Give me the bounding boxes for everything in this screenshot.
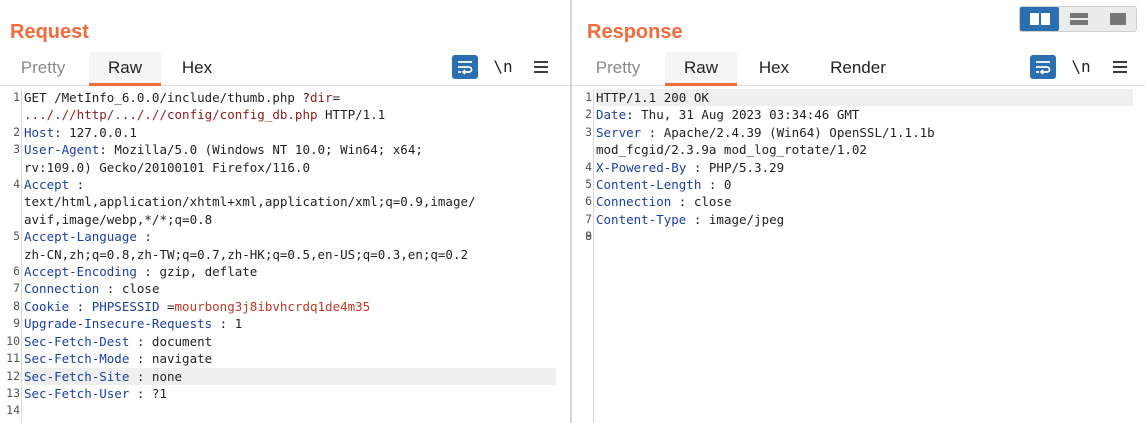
menu-icon[interactable]: [1107, 55, 1133, 79]
tab-render[interactable]: Render: [816, 52, 900, 86]
response-line: 4 X-Powered-By : PHP/5.3.29: [585, 159, 785, 175]
request-line: 7 Connection : close: [13, 281, 160, 297]
response-title: Response: [587, 21, 683, 43]
response-line-current: 1 HTTP/1.1 200 OK: [585, 89, 1133, 107]
newline-toggle-icon[interactable]: \n: [1068, 55, 1094, 79]
response-line: 6 Connection : close: [585, 194, 732, 210]
request-line: 9 Upgrade-Insecure-Requests : 1: [13, 316, 243, 332]
request-line: 1 GET /MetInfo_6.0.0/include/thumb.php ?d…: [13, 90, 341, 105]
request-line: 4 Accept :: [13, 177, 85, 193]
tab-hex[interactable]: Hex: [748, 52, 800, 86]
response-editor[interactable]: 1 HTTP/1.1 200 OK 2 Date: Thu, 31 Aug 2023…: [572, 89, 1145, 423]
response-line: 5 Content-Length : 0: [585, 177, 732, 193]
newline-toggle-icon[interactable]: \n: [490, 55, 516, 79]
word-wrap-icon[interactable]: [452, 55, 478, 79]
response-tabs: Pretty Raw Hex Render: [572, 52, 1145, 86]
request-tabs: Pretty Raw Hex: [0, 52, 570, 86]
side-by-side-layout-icon[interactable]: [1020, 7, 1059, 31]
tab-pretty[interactable]: Pretty: [14, 52, 72, 86]
response-line: 7 Content-Type : image/jpeg: [585, 211, 785, 227]
layout-switch: [1019, 6, 1137, 32]
top-bottom-layout-icon[interactable]: [1059, 7, 1098, 31]
tab-hex[interactable]: Hex: [172, 52, 222, 86]
request-line-current: 12 Sec-Fetch-Site : none: [6, 367, 556, 385]
request-line: zh-CN,zh;q=0.8,zh-TW;q=0.7,zh-HK;q=0.5,e…: [24, 246, 469, 262]
word-wrap-icon[interactable]: [1030, 55, 1056, 79]
response-line: mod_fcgid/2.3.9a mod_log_rotate/1.02: [596, 142, 867, 158]
request-line: 10 Sec-Fetch-Dest : document: [6, 333, 213, 349]
tabs-layout-icon[interactable]: [1098, 7, 1137, 31]
request-line: 8 Cookie : PHPSESSID =mourbong3j8ibvhcrdq…: [13, 298, 371, 314]
request-line: 2 Host: 127.0.0.1: [13, 124, 137, 140]
request-line: avif,image/webp,*/*;q=0.8: [24, 211, 213, 227]
response-lines: 1 HTTP/1.1 200 OK 2 Date: Thu, 31 Aug 2023…: [585, 89, 1133, 243]
tab-pretty[interactable]: Pretty: [586, 52, 650, 86]
request-line: ..././/http/..././/config/config_db.php …: [24, 107, 386, 123]
tab-raw[interactable]: Raw: [89, 52, 161, 86]
response-panel: Response Pretty Raw Hex Render \n 1 HTTP…: [572, 0, 1145, 423]
request-title: Request: [10, 21, 89, 43]
request-line: 13 Sec-Fetch-User : ?1: [6, 385, 167, 401]
request-line: 6 Accept-Encoding : gzip, deflate: [13, 264, 258, 280]
request-lines: 1 GET /MetInfo_6.0.0/include/thumb.php ?d…: [6, 89, 556, 417]
menu-icon[interactable]: [528, 55, 554, 79]
request-line: 5 Accept-Language :: [13, 229, 152, 245]
response-line: 2 Date: Thu, 31 Aug 2023 03:34:46 GMT: [585, 107, 860, 123]
request-line: 3 User-Agent: Mozilla/5.0 (Windows NT 10.…: [13, 142, 423, 158]
request-panel: Request Pretty Raw Hex \n 1 GET /MetInfo_…: [0, 0, 570, 423]
response-line: 3 Server : Apache/2.4.39 (Win64) OpenSSL/…: [585, 124, 935, 140]
request-line: text/html,application/xhtml+xml,applicat…: [24, 194, 476, 210]
tab-raw[interactable]: Raw: [665, 52, 737, 86]
request-editor[interactable]: 1 GET /MetInfo_6.0.0/include/thumb.php ?d…: [0, 89, 570, 423]
request-line: rv:109.0) Gecko/20100101 Firefox/116.0: [24, 159, 310, 175]
request-line: 11 Sec-Fetch-Mode : navigate: [6, 351, 213, 367]
